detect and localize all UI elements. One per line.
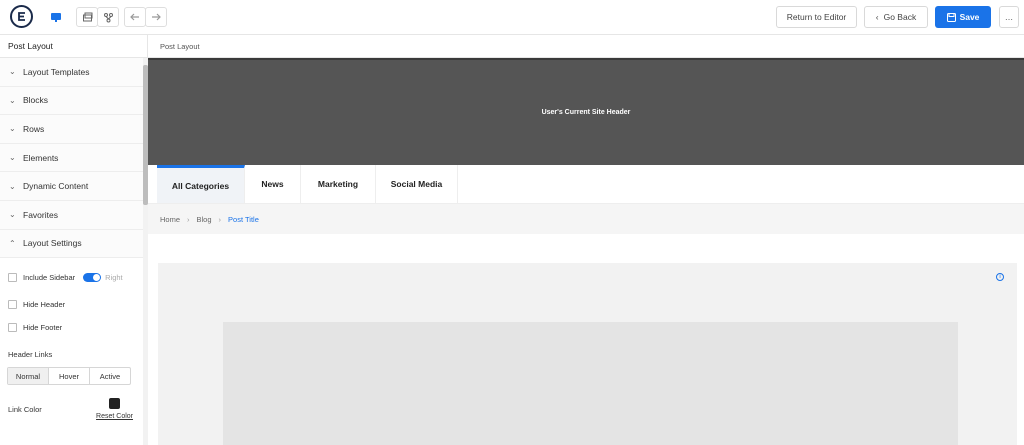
canvas-title: Post Layout: [148, 35, 1024, 58]
desktop-view-icon[interactable]: [45, 7, 67, 27]
section-label: Rows: [23, 123, 45, 134]
post-content-placeholder[interactable]: [223, 322, 958, 445]
include-sidebar-option: Include Sidebar Right: [0, 266, 147, 289]
section-layout-templates[interactable]: ⌄ Layout Templates: [0, 58, 143, 87]
hide-header-option: Hide Header: [0, 293, 147, 316]
section-layout-settings[interactable]: ⌃ Layout Settings: [0, 229, 143, 259]
save-button[interactable]: Save: [935, 6, 991, 28]
post-content-area[interactable]: i: [158, 263, 1017, 445]
link-color-swatch[interactable]: [109, 398, 121, 410]
breadcrumb-home[interactable]: Home: [160, 215, 180, 224]
undo-icon[interactable]: [124, 7, 146, 27]
section-label: Layout Settings: [23, 238, 82, 249]
chevron-right-icon: ›: [218, 214, 222, 224]
chevron-down-icon: ⌄: [9, 95, 16, 105]
sidebar-position-toggle[interactable]: [83, 273, 102, 283]
hide-header-checkbox[interactable]: [8, 300, 17, 310]
chevron-right-icon: ›: [187, 214, 190, 224]
link-color-label: Link Color: [8, 404, 42, 414]
breadcrumb-blog[interactable]: Blog: [197, 215, 212, 224]
breadcrumb: Home › Blog › Post Title: [148, 204, 1024, 234]
tab-hover[interactable]: Hover: [49, 368, 90, 385]
tab-marketing[interactable]: Marketing: [301, 165, 376, 203]
hide-footer-checkbox[interactable]: [8, 323, 17, 333]
return-to-editor-button[interactable]: Return to Editor: [776, 6, 857, 28]
link-color-row: Link Color Reset Color: [0, 394, 133, 424]
tab-news[interactable]: News: [245, 165, 301, 203]
header-links-state-tabs: Normal Hover Active: [7, 367, 131, 386]
section-label: Elements: [23, 152, 59, 163]
section-label: Favorites: [23, 209, 58, 220]
breadcrumb-current: Post Title: [228, 214, 259, 224]
left-panel: Post Layout ⌄ Layout Templates ⌄ Blocks ⌄ R…: [0, 35, 148, 445]
floppy-disk-icon: [946, 12, 956, 22]
panel-title: Post Layout: [0, 35, 147, 58]
section-label: Dynamic Content: [23, 181, 89, 192]
section-favorites[interactable]: ⌄ Favorites: [0, 200, 143, 230]
tab-normal[interactable]: Normal: [8, 368, 49, 385]
save-label: Save: [959, 12, 980, 22]
hide-footer-label: Hide Footer: [23, 323, 63, 333]
site-header-placeholder[interactable]: User's Current Site Header: [148, 58, 1024, 165]
category-tabs: All Categories News Marketing Social Med…: [148, 165, 1024, 204]
include-sidebar-label: Include Sidebar: [23, 273, 76, 283]
chevron-up-icon: ⌃: [9, 238, 16, 248]
info-icon[interactable]: i: [996, 273, 1004, 281]
go-back-button[interactable]: ‹ Go Back: [864, 6, 928, 28]
chevron-down-icon: ⌄: [9, 124, 16, 134]
hide-footer-option: Hide Footer: [0, 316, 147, 339]
top-toolbar: Return to Editor ‹ Go Back Save …: [0, 0, 1024, 35]
section-label: Layout Templates: [23, 66, 90, 77]
section-label: Blocks: [23, 95, 49, 106]
app-logo-icon[interactable]: [10, 5, 33, 28]
section-rows[interactable]: ⌄ Rows: [0, 115, 143, 144]
include-sidebar-checkbox[interactable]: [8, 273, 17, 283]
chevron-down-icon: ⌄: [9, 210, 16, 220]
redo-icon[interactable]: [145, 7, 167, 27]
reset-color-link[interactable]: Reset Color: [96, 413, 133, 420]
chevron-down-icon: ⌄: [9, 67, 16, 77]
sidebar-position-label: Right: [105, 273, 123, 283]
section-blocks[interactable]: ⌄ Blocks: [0, 86, 143, 116]
chevron-left-icon: ‹: [875, 12, 879, 22]
hide-header-label: Hide Header: [23, 300, 66, 310]
chevron-down-icon: ⌄: [9, 181, 16, 191]
layers-icon[interactable]: [76, 7, 98, 27]
chevron-down-icon: ⌄: [9, 153, 16, 163]
header-links-heading: Header Links: [8, 349, 53, 359]
section-dynamic-content[interactable]: ⌄ Dynamic Content: [0, 172, 143, 201]
tab-active[interactable]: Active: [90, 368, 130, 384]
go-back-label: Go Back: [883, 12, 917, 22]
tab-all-categories[interactable]: All Categories: [157, 165, 245, 203]
tab-social-media[interactable]: Social Media: [376, 165, 458, 203]
sitemap-icon[interactable]: [97, 7, 119, 27]
section-elements[interactable]: ⌄ Elements: [0, 143, 143, 173]
layout-canvas: Post Layout User's Current Site Header A…: [148, 35, 1024, 445]
more-options-button[interactable]: …: [999, 6, 1019, 28]
